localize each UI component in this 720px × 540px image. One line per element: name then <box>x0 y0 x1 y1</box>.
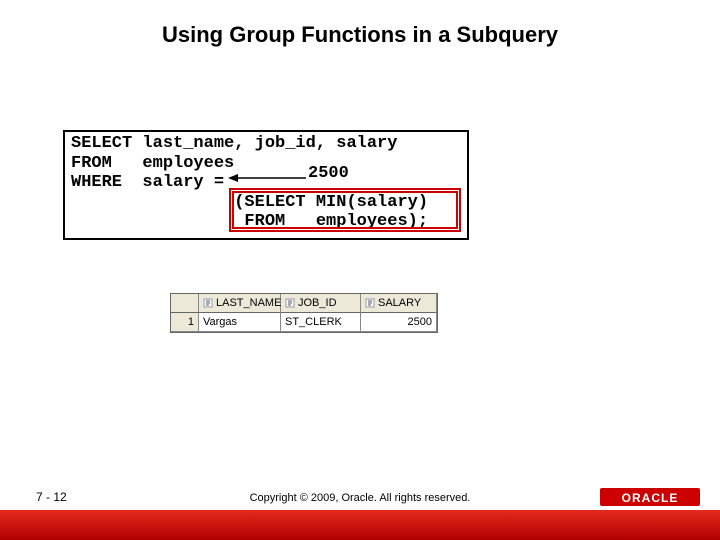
code-line-3: WHERE salary = <box>71 173 224 192</box>
code-line-4: (SELECT MIN(salary) <box>71 193 428 212</box>
column-type-icon <box>365 298 375 308</box>
result-grid: LAST_NAME JOB_ID SALARY 1 Vargas ST_CLER… <box>170 293 438 333</box>
subquery-result-annotation: 2500 <box>308 164 349 183</box>
grid-cell-jobid: ST_CLERK <box>281 313 361 332</box>
code-line-1: SELECT last_name, job_id, salary <box>71 134 397 153</box>
grid-header-row: LAST_NAME JOB_ID SALARY <box>171 294 437 313</box>
footer-bar <box>0 510 720 540</box>
grid-header-jobid: JOB_ID <box>281 294 361 313</box>
code-line-2: FROM employees <box>71 154 234 173</box>
grid-header-label: LAST_NAME <box>216 297 281 309</box>
grid-header-label: SALARY <box>378 297 421 309</box>
oracle-logo: ORACLE <box>600 486 700 508</box>
grid-header-label: JOB_ID <box>298 297 337 309</box>
grid-header-rownum <box>171 294 199 313</box>
table-row: 1 Vargas ST_CLERK 2500 <box>171 313 437 332</box>
grid-header-lastname: LAST_NAME <box>199 294 281 313</box>
grid-rownum: 1 <box>171 313 199 332</box>
column-type-icon <box>285 298 295 308</box>
grid-cell-lastname: Vargas <box>199 313 281 332</box>
grid-cell-salary: 2500 <box>361 313 437 332</box>
slide-title: Using Group Functions in a Subquery <box>0 22 720 48</box>
code-line-5: FROM employees); <box>71 212 428 231</box>
sql-code-block: SELECT last_name, job_id, salary FROM em… <box>63 130 469 240</box>
svg-text:ORACLE: ORACLE <box>622 491 679 505</box>
grid-header-salary: SALARY <box>361 294 437 313</box>
column-type-icon <box>203 298 213 308</box>
